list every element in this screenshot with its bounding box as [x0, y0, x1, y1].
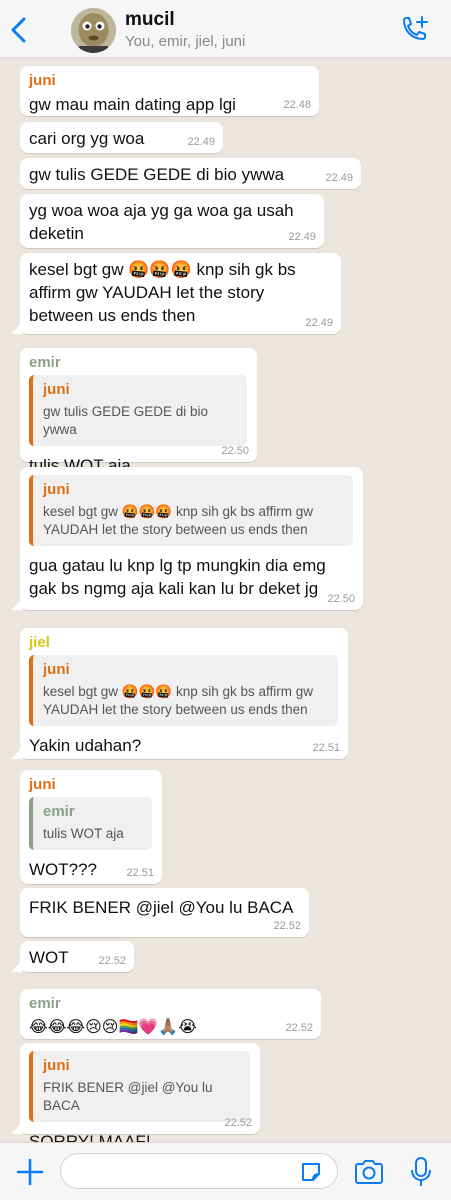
- sender-name: juni: [29, 72, 56, 89]
- message-text: gw mau main dating app lgi: [29, 95, 236, 114]
- message-text: gw tulis GEDE GEDE di bio ywwa: [29, 165, 285, 184]
- message-time: 22.51: [126, 867, 154, 879]
- message-bubble[interactable]: emir 😂😂😂😢😢🏳️‍🌈💗🙏🏽😭 22.52: [20, 989, 321, 1039]
- message-bubble[interactable]: yg woa woa aja yg ga woa ga usah deketin…: [20, 194, 324, 248]
- message-text: cari org yg woa: [29, 129, 145, 148]
- chat-title[interactable]: mucil: [125, 9, 175, 31]
- message-bubble[interactable]: juni FRIK BENER @jiel @You lu BACA SORRY…: [11, 1043, 260, 1151]
- quoted-message[interactable]: juni FRIK BENER @jiel @You lu BACA: [29, 1051, 250, 1122]
- quoted-text: kesel bgt gw 🤬🤬🤬 knp sih gk bs affirm gw…: [43, 684, 314, 717]
- quoted-sender: emir: [43, 803, 75, 820]
- microphone-icon[interactable]: [409, 1156, 433, 1188]
- group-avatar[interactable]: [71, 8, 116, 53]
- message-time: 22.48: [283, 99, 311, 111]
- message-bubble[interactable]: emir juni gw tulis GEDE GEDE di bio ywwa…: [20, 348, 257, 475]
- message-time: 22.49: [187, 136, 215, 148]
- message-bubble[interactable]: gw tulis GEDE GEDE di bio ywwa 22.49: [20, 158, 361, 189]
- quoted-message[interactable]: juni kesel bgt gw 🤬🤬🤬 knp sih gk bs affi…: [29, 475, 353, 546]
- message-list[interactable]: juni gw mau main dating app lgi 22.48 ca…: [0, 58, 451, 1151]
- message-text: 😂😂😂😢😢🏳️‍🌈💗🙏🏽😭: [29, 1019, 197, 1036]
- message-time: 22.49: [288, 231, 316, 243]
- message-time: 22.50: [221, 445, 249, 457]
- quoted-text: tulis WOT aja: [43, 826, 124, 841]
- plus-icon[interactable]: [15, 1157, 45, 1187]
- message-text: yg woa woa aja yg ga woa ga usah deketin: [29, 201, 294, 243]
- chevron-left-icon[interactable]: [6, 14, 34, 46]
- quoted-text: FRIK BENER @jiel @You lu BACA: [43, 1080, 213, 1113]
- message-time: 22.51: [312, 742, 340, 754]
- message-time: 22.52: [273, 920, 301, 932]
- message-bubble[interactable]: jiel juni kesel bgt gw 🤬🤬🤬 knp sih gk bs…: [11, 628, 348, 759]
- quoted-message[interactable]: emir tulis WOT aja: [29, 797, 152, 850]
- message-bubble[interactable]: juni emir tulis WOT aja WOT??? 22.51: [20, 770, 162, 884]
- message-time: 22.52: [285, 1022, 313, 1034]
- message-bubble[interactable]: juni gw mau main dating app lgi 22.48: [20, 66, 319, 116]
- message-time: 22.49: [305, 317, 333, 329]
- sender-name: emir: [29, 354, 61, 371]
- message-text: kesel bgt gw 🤬🤬🤬 knp sih gk bs affirm gw…: [29, 260, 296, 325]
- message-time: 22.50: [327, 593, 355, 605]
- add-call-icon[interactable]: [398, 14, 430, 46]
- message-bubble[interactable]: juni kesel bgt gw 🤬🤬🤬 knp sih gk bs affi…: [11, 467, 363, 610]
- message-text: gua gatau lu knp lg tp mungkin dia emg g…: [29, 556, 326, 598]
- avatar-image: [71, 8, 116, 53]
- message-input[interactable]: [60, 1153, 338, 1189]
- chat-header: mucil You, emir, jiel, juni: [0, 0, 451, 58]
- message-time: 22.52: [98, 955, 126, 967]
- message-bubble[interactable]: kesel bgt gw 🤬🤬🤬 knp sih gk bs affirm gw…: [11, 253, 341, 334]
- composer-bar: [0, 1142, 451, 1200]
- sender-name: juni: [29, 776, 56, 793]
- message-time: 22.52: [224, 1117, 252, 1129]
- message-text: Yakin udahan?: [29, 736, 142, 755]
- message-text: FRIK BENER @jiel @You lu BACA: [29, 898, 294, 917]
- quoted-sender: juni: [43, 661, 70, 678]
- quoted-message[interactable]: juni gw tulis GEDE GEDE di bio ywwa: [29, 375, 247, 446]
- quoted-text: gw tulis GEDE GEDE di bio ywwa: [43, 404, 209, 437]
- chat-participants[interactable]: You, emir, jiel, juni: [125, 33, 245, 50]
- camera-icon[interactable]: [353, 1158, 385, 1186]
- sender-name: emir: [29, 995, 61, 1012]
- quoted-sender: juni: [43, 1057, 70, 1074]
- sender-name: jiel: [29, 634, 50, 651]
- sticker-icon[interactable]: [299, 1160, 323, 1184]
- quoted-sender: juni: [43, 381, 70, 398]
- message-bubble[interactable]: cari org yg woa 22.49: [20, 122, 223, 153]
- quoted-message[interactable]: juni kesel bgt gw 🤬🤬🤬 knp sih gk bs affi…: [29, 655, 338, 726]
- message-time: 22.49: [325, 172, 353, 184]
- message-bubble[interactable]: FRIK BENER @jiel @You lu BACA 22.52: [20, 888, 309, 937]
- quoted-text: kesel bgt gw 🤬🤬🤬 knp sih gk bs affirm gw…: [43, 504, 314, 537]
- message-bubble[interactable]: WOT 22.52: [11, 941, 134, 972]
- quoted-sender: juni: [43, 481, 70, 498]
